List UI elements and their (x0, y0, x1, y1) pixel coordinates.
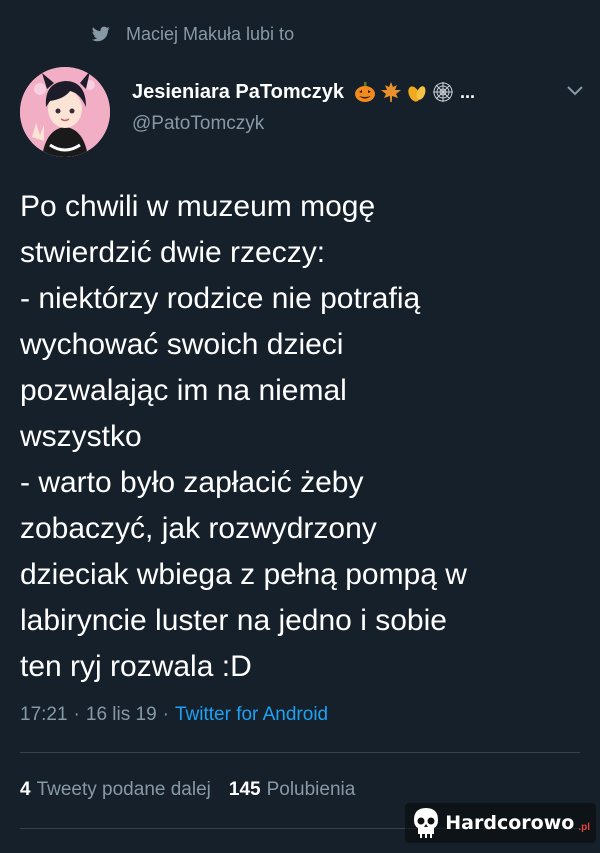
author-names[interactable]: Jesieniara PaTomczyk ... @PatoTomczyk (132, 77, 475, 135)
social-context[interactable]: Maciej Makuła lubi to (92, 22, 294, 46)
likes-label: Polubienia (266, 779, 356, 800)
avatar[interactable] (20, 67, 110, 157)
retweets-stat[interactable]: 4 Tweety podane dalej (20, 779, 211, 801)
name-overflow: ... (459, 81, 475, 102)
spider-web-icon (432, 82, 453, 102)
display-name[interactable]: Jesieniara PaTomczyk (132, 81, 344, 104)
author-handle[interactable]: @PatoTomczyk (132, 113, 475, 135)
fallen-leaves-icon (408, 86, 426, 102)
retweets-label: Tweety podane dalej (36, 779, 211, 800)
skull-logo-icon (414, 808, 439, 838)
tweet-date[interactable]: 16 lis 19 (86, 704, 157, 726)
jack-o-lantern-icon (354, 82, 375, 102)
tweet-time[interactable]: 17:21 (20, 704, 68, 726)
maple-leaf-icon (380, 82, 401, 102)
watermark: Hardcorowo .pl (405, 803, 596, 843)
tweet-meta: 17:21 · 16 lis 19 · Twitter for Android (20, 702, 328, 728)
likes-stat[interactable]: 145 Polubienia (229, 779, 355, 801)
twitter-bird-icon (92, 26, 110, 42)
tweet-source-link[interactable]: Twitter for Android (175, 704, 328, 726)
divider (20, 752, 580, 753)
likes-count: 145 (228, 779, 261, 800)
chevron-down-icon[interactable] (566, 85, 584, 97)
watermark-tld: .pl (578, 822, 590, 833)
name-emojis: ... (354, 81, 475, 103)
retweets-count: 4 (20, 779, 31, 800)
display-name-row: Jesieniara PaTomczyk ... (132, 77, 475, 107)
watermark-brand: Hardcorowo (445, 812, 575, 834)
tweet-text: Po chwili w muzeum mogę stwierdzić dwie … (20, 190, 467, 683)
meta-separator: · (162, 704, 169, 725)
tweet-stats: 4 Tweety podane dalej 145 Polubienia (20, 776, 355, 804)
liked-by-text: Maciej Makuła lubi to (126, 23, 295, 44)
tweet-header: Jesieniara PaTomczyk ... @PatoTomczyk (20, 67, 590, 157)
meta-separator: · (73, 704, 80, 725)
avatar-image (20, 67, 110, 157)
